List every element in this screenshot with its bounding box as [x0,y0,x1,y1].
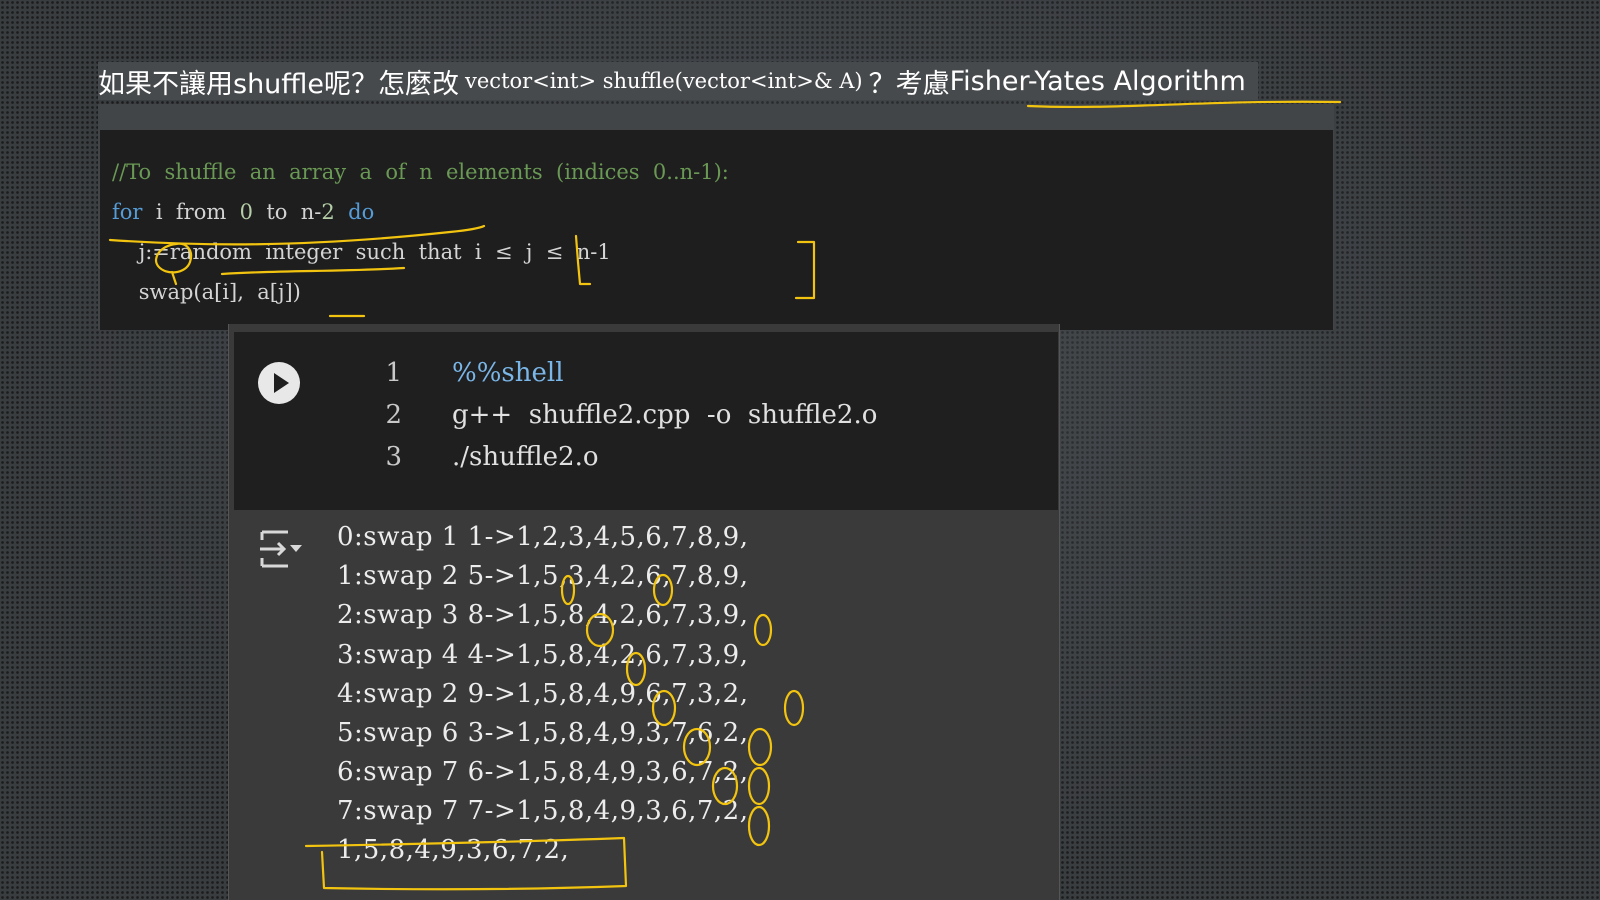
output-line: 0:swap 1 1->1,2,3,4,5,6,7,8,9, [337,522,749,552]
output-line: 1:swap 2 5->1,5,3,4,2,6,7,8,9, [337,561,749,591]
output-line: 6:swap 7 6->1,5,8,4,9,3,6,7,2, [337,757,749,787]
output-toggle-icon[interactable] [258,528,304,570]
play-icon[interactable] [258,362,300,404]
title-middle: ？考慮 [868,68,950,100]
pseudocode-comment: //To shuffle an array a of n elements (i… [112,160,729,184]
pseudocode-swap-line: swap(a[i], a[j]) [112,280,301,304]
pseudocode-for-line: for i from 0 to n-2 do [112,200,375,224]
output-line: 2:swap 3 8->1,5,8,4,2,6,7,3,9, [337,600,749,630]
line-number: 1 [385,358,402,388]
slide-title: 如果不讓用shuffle呢？怎麼改 vector<int> shuffle(ve… [98,62,1258,100]
title-code-signature: vector<int> shuffle(vector<int>& A) [465,69,863,93]
output-final-result: 1,5,8,4,9,3,6,7,2, [337,835,570,865]
output-line: 5:swap 6 3->1,5,8,4,9,3,7,6,2, [337,718,749,748]
line-number: 3 [385,442,402,472]
code-line-compile[interactable]: g++ shuffle2.cpp -o shuffle2.o [452,400,877,430]
output-line: 7:swap 7 7->1,5,8,4,9,3,6,7,2, [337,796,749,826]
code-line-run[interactable]: ./shuffle2.o [452,442,599,472]
output-line: 3:swap 4 4->1,5,8,4,2,6,7,3,9, [337,640,749,670]
code-line-magic[interactable]: %%shell [452,358,564,388]
title-prefix: 如果不讓用shuffle呢？怎麼改 [98,68,460,100]
pseudocode-random-line: j:=random integer such that i ≤ j ≤ n-1 [112,240,611,264]
line-number: 2 [385,400,402,430]
title-algorithm-name: Fisher-Yates Algorithm [949,65,1246,97]
pseudocode-block: //To shuffle an array a of n elements (i… [100,130,1333,330]
output-line: 4:swap 2 9->1,5,8,4,9,6,7,3,2, [337,679,749,709]
